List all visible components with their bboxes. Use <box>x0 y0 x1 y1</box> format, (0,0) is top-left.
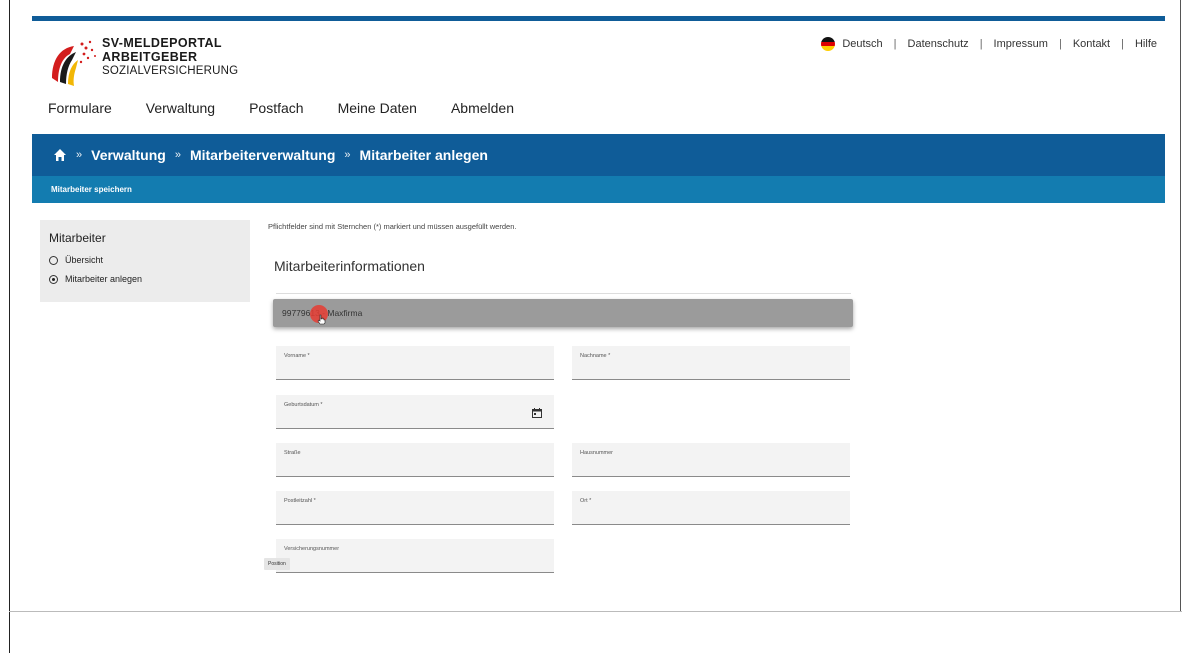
hausnummer-field[interactable]: Hausnummer <box>572 443 850 477</box>
logo-line3: SOZIALVERSICHERUNG <box>102 65 239 77</box>
hausnummer-label: Hausnummer <box>580 450 614 456</box>
geburtsdatum-label: Geburtsdatum * <box>284 402 323 408</box>
postleitzahl-field[interactable]: Postleitzahl * <box>276 491 554 525</box>
util-separator: | <box>1121 38 1124 50</box>
logo-mark-icon <box>52 40 96 86</box>
vorname-label: Vorname * <box>284 353 310 359</box>
required-fields-hint: Pflichtfelder sind mit Sternchen (*) mar… <box>268 222 517 231</box>
util-separator: | <box>979 38 983 50</box>
nav-meine-daten[interactable]: Meine Daten <box>338 100 417 116</box>
german-flag-icon <box>821 37 836 51</box>
radio-icon[interactable] <box>49 255 58 265</box>
vorname-field[interactable]: Vorname * <box>276 346 554 380</box>
nachname-label: Nachname * <box>580 353 611 359</box>
utility-nav: Deutsch | Datenschutz | Impressum | Kont… <box>821 37 1157 51</box>
breadcrumb: » Verwaltung » Mitarbeiterverwaltung » M… <box>32 134 1165 176</box>
breadcrumb-verwaltung[interactable]: Verwaltung <box>91 147 166 163</box>
nav-verwaltung[interactable]: Verwaltung <box>146 100 215 116</box>
window-frame-right <box>1180 0 1181 612</box>
impressum-link[interactable]: Impressum <box>994 38 1048 50</box>
home-icon[interactable] <box>53 148 67 162</box>
main-nav: Formulare Verwaltung Postfach Meine Date… <box>48 100 548 116</box>
hilfe-link[interactable]: Hilfe <box>1135 38 1157 50</box>
radio-selected-icon[interactable] <box>49 274 58 284</box>
logo[interactable]: SV-MELDEPORTAL ARBEITGEBER SOZIALVERSICH… <box>48 32 238 92</box>
hand-cursor-icon <box>317 314 326 325</box>
breadcrumb-separator: » <box>344 149 351 161</box>
breadcrumb-current: Mitarbeiter anlegen <box>359 147 488 163</box>
sidebar-item-label: Mitarbeiter anlegen <box>65 274 143 284</box>
sidebar-item-mitarbeiter-anlegen[interactable]: Mitarbeiter anlegen <box>49 274 142 284</box>
versicherungsnummer-label: Versicherungsnummer <box>284 546 340 552</box>
position-tooltip: Position <box>264 558 290 570</box>
employer-select[interactable]: 99779613 - Maxfirma <box>273 299 853 327</box>
strasse-field[interactable]: Straße <box>276 443 554 477</box>
window-frame-bottom <box>9 611 1182 612</box>
breadcrumb-separator: » <box>174 149 181 161</box>
logo-line2: ARBEITGEBER <box>102 50 198 64</box>
save-employee-button[interactable]: Mitarbeiter speichern <box>51 185 132 194</box>
nav-postfach[interactable]: Postfach <box>249 100 303 116</box>
kontakt-link[interactable]: Kontakt <box>1073 38 1110 50</box>
sidebar-title: Mitarbeiter <box>49 231 106 245</box>
breadcrumb-separator: » <box>76 149 83 161</box>
postleitzahl-label: Postleitzahl * <box>284 498 316 504</box>
window-frame-left <box>9 0 10 653</box>
sidebar-item-label: Übersicht <box>65 255 104 265</box>
breadcrumb-mitarbeiterverwaltung[interactable]: Mitarbeiterverwaltung <box>190 147 335 163</box>
logo-line1: SV-MELDEPORTAL <box>102 36 222 50</box>
versicherungsnummer-field[interactable]: Versicherungsnummer <box>276 539 554 573</box>
calendar-icon[interactable] <box>532 408 542 418</box>
sidebar: Mitarbeiter Übersicht Mitarbeiter anlege… <box>40 220 250 302</box>
sidebar-item-uebersicht[interactable]: Übersicht <box>49 255 103 265</box>
top-stripe <box>32 16 1165 21</box>
divider <box>276 293 851 294</box>
ort-field[interactable]: Ort * <box>572 491 850 525</box>
util-separator: | <box>893 38 897 50</box>
language-link[interactable]: Deutsch <box>842 38 882 50</box>
datenschutz-link[interactable]: Datenschutz <box>908 38 969 50</box>
action-bar: Mitarbeiter speichern <box>32 176 1165 203</box>
util-separator: | <box>1058 38 1062 50</box>
strasse-label: Straße <box>284 450 301 456</box>
nav-abmelden[interactable]: Abmelden <box>451 100 514 116</box>
ort-label: Ort * <box>580 498 592 504</box>
section-title: Mitarbeiterinformationen <box>274 258 425 274</box>
nachname-field[interactable]: Nachname * <box>572 346 850 380</box>
geburtsdatum-field[interactable]: Geburtsdatum * <box>276 395 554 429</box>
nav-formulare[interactable]: Formulare <box>48 100 112 116</box>
